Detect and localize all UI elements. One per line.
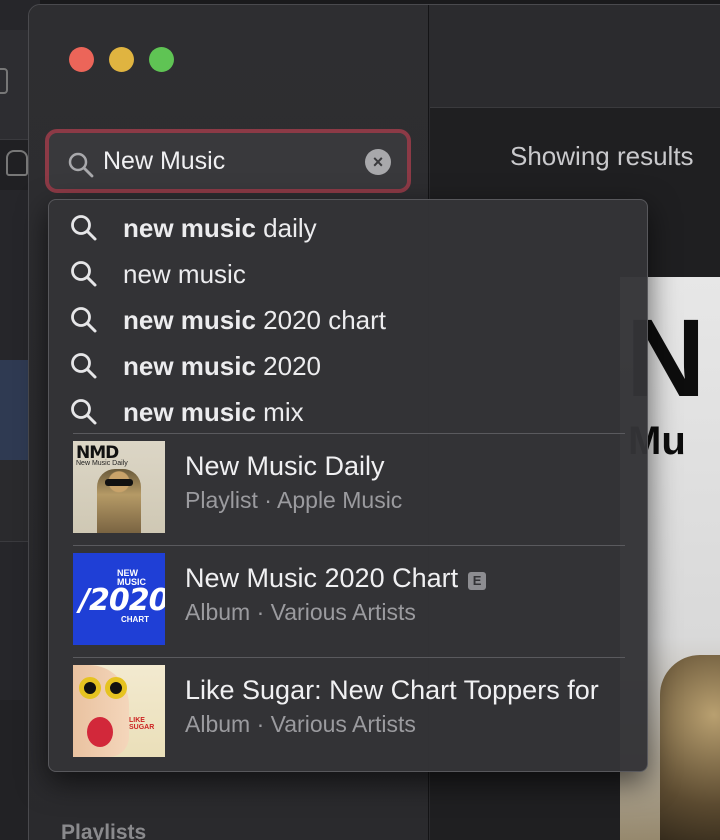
search-icon	[71, 307, 97, 333]
suggestion-label: new music daily	[123, 213, 317, 243]
result-subtitle: Album · Various Artists	[185, 599, 416, 625]
artwork-year: /2020/	[79, 583, 165, 618]
minimize-window-button[interactable]	[109, 47, 134, 72]
close-window-button[interactable]	[69, 47, 94, 72]
desktop: × Playlists Showing results N Mu new mus…	[0, 0, 720, 840]
suggestion-label: new music mix	[123, 397, 304, 427]
result-title: Like Sugar: New Chart Toppers for	[185, 675, 599, 705]
result-title: New Music Daily	[185, 451, 385, 481]
results-heading: Showing results	[510, 141, 694, 171]
artwork-label: LIKE SUGAR	[129, 717, 155, 731]
album-artwork: NMD New Music Daily	[73, 441, 165, 533]
content-toolbar	[430, 5, 720, 108]
suggestion-label: new music 2020	[123, 351, 322, 381]
maximize-window-button[interactable]	[149, 47, 174, 72]
suggestion-label: new music 2020 chart	[123, 305, 387, 335]
suggestion-item[interactable]: new music mix	[49, 388, 649, 434]
search-result-item[interactable]: NMD New Music Daily New Music Daily Play…	[49, 434, 649, 538]
artwork-sunglasses	[105, 677, 127, 699]
search-suggestions-dropdown: new music daily new music new music 2020…	[48, 199, 648, 772]
search-icon	[71, 353, 97, 379]
background-icon	[6, 150, 28, 176]
artwork-tag: New Music Daily	[76, 460, 128, 467]
suggestion-item[interactable]: new music daily	[49, 204, 649, 250]
search-result-item[interactable]: NEW MUSIC /2020/ CHART New Music 2020 Ch…	[49, 546, 649, 650]
artwork-text: CHART	[121, 615, 149, 624]
suggestion-label: new music	[123, 259, 246, 289]
suggestion-item[interactable]: new music	[49, 250, 649, 296]
background-icon	[0, 68, 8, 94]
artwork-lips	[87, 717, 113, 747]
artwork-sunglasses	[79, 677, 101, 699]
search-icon	[68, 152, 94, 178]
search-icon	[71, 399, 97, 425]
sidebar-section-playlists: Playlists	[61, 821, 147, 840]
search-input[interactable]	[103, 143, 353, 179]
search-field[interactable]: ×	[45, 129, 411, 193]
result-subtitle: Playlist · Apple Music	[185, 487, 403, 513]
suggestion-item[interactable]: new music 2020	[49, 342, 649, 388]
artwork-figure-sunglasses	[105, 479, 133, 486]
result-subtitle: Album · Various Artists	[185, 711, 416, 737]
search-result-item[interactable]: LIKE SUGAR Like Sugar: New Chart Toppers…	[49, 658, 649, 762]
explicit-badge: E	[468, 572, 487, 590]
featured-artwork-figure	[660, 655, 720, 840]
clear-icon[interactable]: ×	[365, 149, 391, 175]
result-title: New Music 2020 Chart E	[185, 563, 625, 594]
search-icon	[71, 215, 97, 241]
album-artwork: LIKE SUGAR	[73, 665, 165, 757]
search-icon	[71, 261, 97, 287]
suggestion-item[interactable]: new music 2020 chart	[49, 296, 649, 342]
album-artwork: NEW MUSIC /2020/ CHART	[73, 553, 165, 645]
